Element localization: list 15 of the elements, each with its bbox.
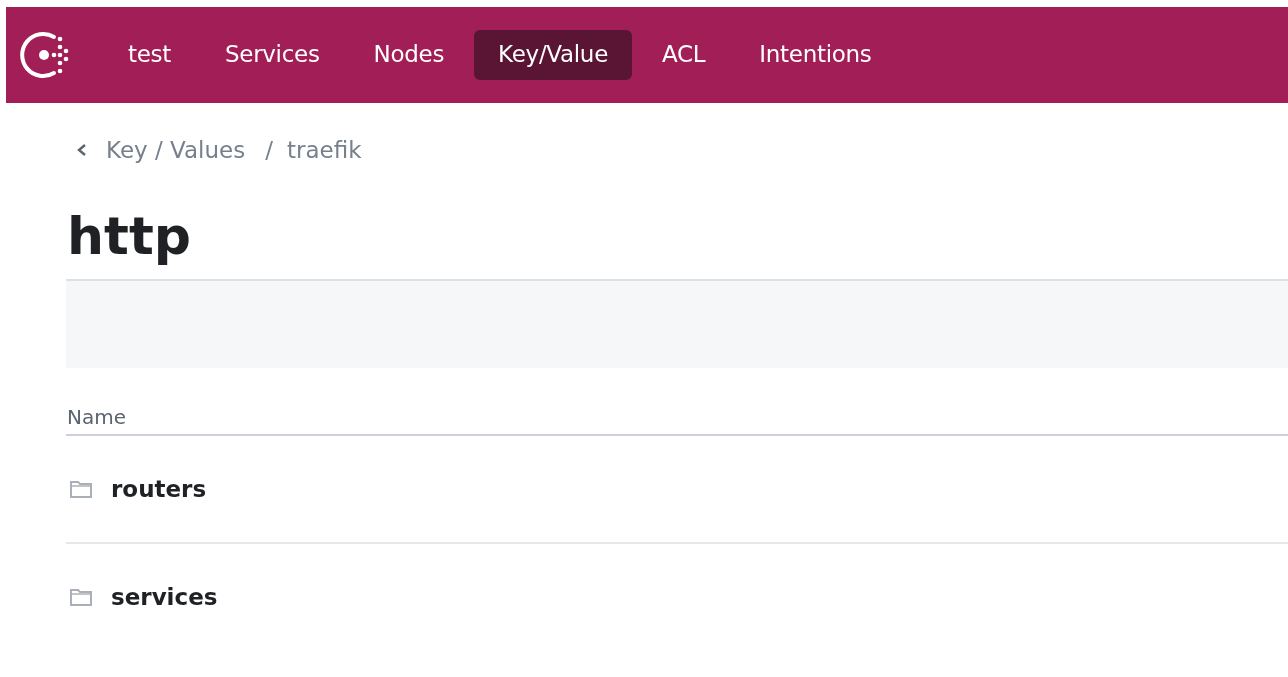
folder-icon	[69, 479, 93, 499]
nav-tab[interactable]: Intentions	[735, 30, 896, 80]
breadcrumb-link[interactable]: Key / Values	[106, 137, 246, 163]
nav-tab[interactable]: test	[104, 30, 195, 80]
breadcrumb-link[interactable]: traefik	[286, 137, 362, 163]
column-header: Name	[66, 382, 1288, 436]
nav-tab[interactable]: ACL	[638, 30, 730, 80]
chevron-left-icon[interactable]	[76, 143, 88, 157]
key-name-link[interactable]: routers	[111, 476, 207, 502]
nav-tab[interactable]: Key/Value	[474, 30, 632, 80]
folder-icon	[69, 587, 93, 607]
nav-tab[interactable]: Services	[201, 30, 344, 80]
key-name-link[interactable]: services	[111, 584, 218, 610]
nav-tab[interactable]: Nodes	[349, 30, 469, 80]
breadcrumb-separator: /	[265, 137, 273, 163]
